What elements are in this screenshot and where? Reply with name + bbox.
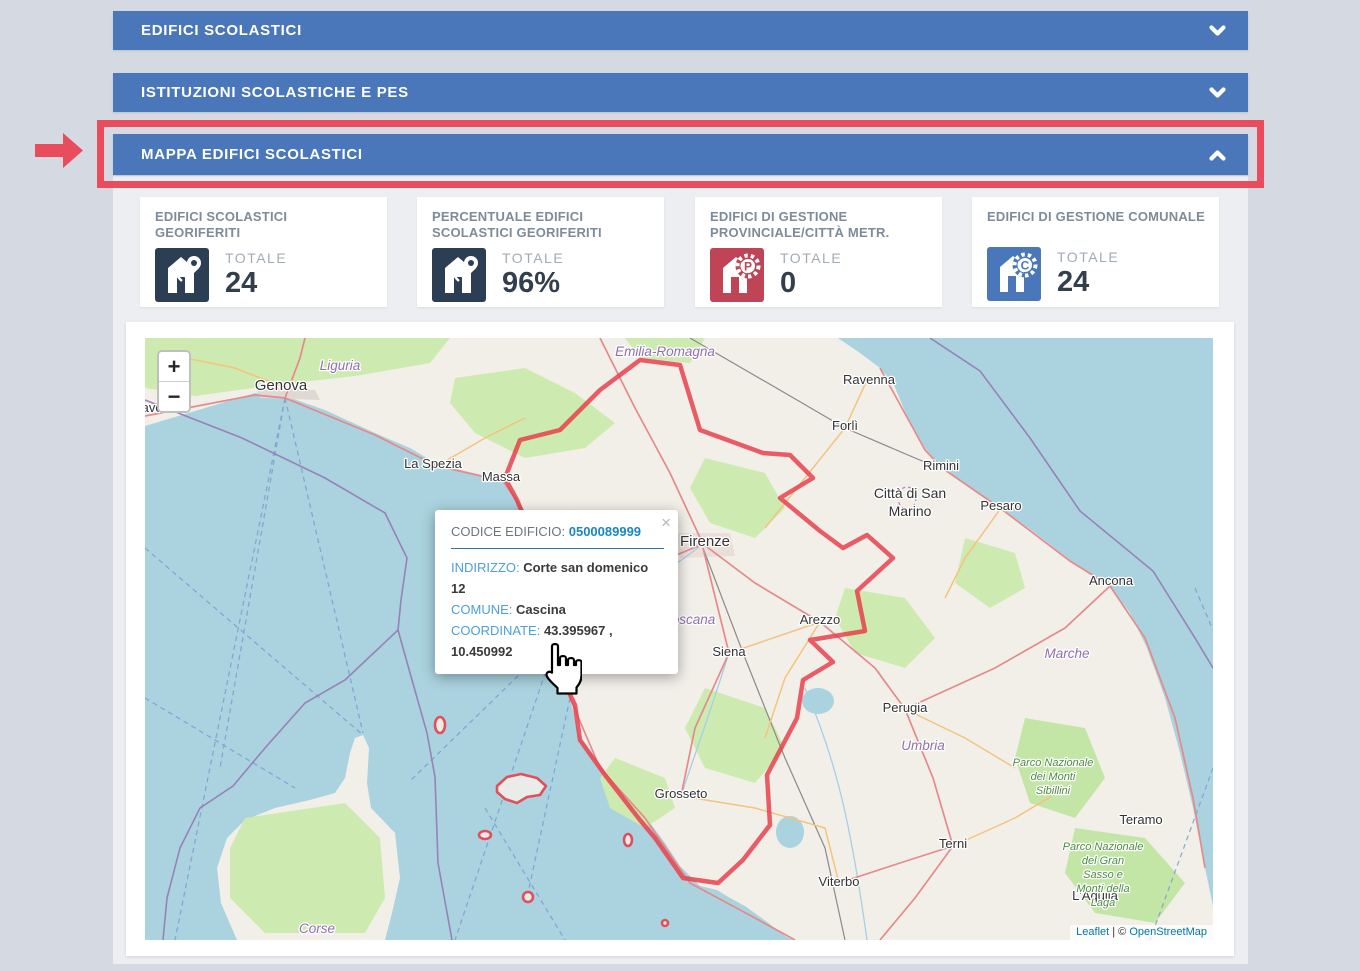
popup-row-label: INDIRIZZO: — [451, 560, 523, 575]
stat-card-gestione-provinciale: EDIFICI DI GESTIONE PROVINCIALE/CITTÀ ME… — [695, 197, 942, 307]
stat-value: 96% — [502, 267, 564, 300]
stat-title: EDIFICI SCOLASTICI GEORIFERITI — [155, 209, 373, 242]
stat-total-label: TOTALE — [1057, 249, 1119, 265]
map-label: Arezzo — [800, 612, 840, 627]
stat-card-gestione-comunale: EDIFICI DI GESTIONE COMUNALE C TOTALE 24 — [972, 197, 1219, 307]
popup-row-comune: COMUNE: Cascina — [451, 599, 664, 620]
openstreetmap-link[interactable]: OpenStreetMap — [1129, 926, 1207, 938]
accordion-label: ISTITUZIONI SCOLASTICHE E PES — [141, 84, 409, 101]
close-icon[interactable]: × — [661, 514, 671, 531]
stat-value: 24 — [225, 267, 287, 300]
stat-title: PERCENTUALE EDIFICI SCOLASTICI GEORIFERI… — [432, 209, 650, 242]
attribution-separator: | © — [1109, 926, 1129, 938]
map-label: Sasso e — [1083, 869, 1123, 881]
map-label: del Gran — [1082, 855, 1124, 867]
map-label: Firenze — [680, 533, 730, 550]
map-label: Grosseto — [655, 786, 708, 801]
map-label: Parco Nazionale — [1063, 841, 1144, 853]
map-zoom-control: + − — [157, 350, 191, 413]
map-label: Teramo — [1119, 812, 1162, 827]
popup-row-coordinate: COORDINATE: 43.395967 , 10.450992 — [451, 620, 664, 662]
map-label: Sibillini — [1036, 785, 1071, 797]
map-label: Siena — [712, 644, 746, 659]
map-label: Massa — [482, 469, 521, 484]
map-card: GenovaSavonaLiguriaEmilia-RomagnaLa Spez… — [126, 322, 1234, 956]
accordion-label: EDIFICI SCOLASTICI — [141, 22, 302, 39]
map-popup: × CODICE EDIFICIO: 0500089999 INDIRIZZO:… — [435, 510, 678, 674]
map-label: Viterbo — [819, 874, 860, 889]
map-label: Città di San — [874, 485, 946, 501]
svg-text:C: C — [1021, 259, 1030, 273]
map-label: Parco Nazionale — [1013, 757, 1094, 769]
map-label: Marino — [889, 503, 932, 519]
leaflet-map[interactable]: GenovaSavonaLiguriaEmilia-RomagnaLa Spez… — [145, 338, 1213, 940]
map-label: Monti della — [1076, 883, 1129, 895]
annotation-arrow-icon — [35, 133, 83, 173]
chevron-down-icon — [1209, 25, 1226, 37]
zoom-in-button[interactable]: + — [159, 352, 189, 382]
zoom-out-button[interactable]: − — [159, 382, 189, 411]
popup-row-label: COORDINATE: — [451, 623, 544, 638]
stat-total-label: TOTALE — [502, 250, 564, 266]
map-label: Forlì — [832, 418, 858, 433]
svg-text:P: P — [744, 259, 752, 273]
map-label: Liguria — [320, 358, 361, 373]
stat-title: EDIFICI DI GESTIONE PROVINCIALE/CITTÀ ME… — [710, 209, 928, 242]
stat-total-label: TOTALE — [780, 250, 842, 266]
map-label: Genova — [255, 377, 308, 394]
stat-value: 24 — [1057, 266, 1119, 299]
building-gear-p-icon: P — [710, 248, 764, 302]
map-label: Pesaro — [980, 498, 1021, 513]
popup-divider — [451, 548, 664, 549]
basemap-tiles: GenovaSavonaLiguriaEmilia-RomagnaLa Spez… — [145, 338, 1213, 940]
popup-row-value: Cascina — [516, 602, 566, 617]
chevron-down-icon — [1209, 87, 1226, 99]
map-label: Perugia — [883, 700, 929, 715]
popup-tail — [547, 672, 567, 692]
map-label: La Spezia — [404, 456, 463, 471]
map-label: Terni — [939, 836, 967, 851]
map-attribution: Leaflet | © OpenStreetMap — [1070, 925, 1213, 940]
map-label: Umbria — [901, 738, 945, 753]
accordion-istituzioni-scolastiche[interactable]: ISTITUZIONI SCOLASTICHE E PES — [113, 73, 1248, 112]
chevron-up-icon — [1209, 149, 1226, 161]
map-label: Ravenna — [843, 372, 896, 387]
accordion-mappa-edifici-scolastici[interactable]: MAPPA EDIFICI SCOLASTICI — [113, 134, 1248, 175]
map-label: Marche — [1044, 646, 1089, 661]
map-label: Laga — [1091, 897, 1115, 909]
stat-card-georiferiti: EDIFICI SCOLASTICI GEORIFERITI TOTALE 24 — [140, 197, 387, 307]
popup-code-row: CODICE EDIFICIO: 0500089999 — [451, 524, 664, 539]
building-geo-icon — [155, 248, 209, 302]
accordion-label: MAPPA EDIFICI SCOLASTICI — [141, 146, 363, 163]
building-gear-c-icon: C — [987, 247, 1041, 301]
popup-row-label: COMUNE: — [451, 602, 516, 617]
dashboard-page: EDIFICI SCOLASTICI ISTITUZIONI SCOLASTIC… — [0, 0, 1360, 971]
accordion-edifici-scolastici[interactable]: EDIFICI SCOLASTICI — [113, 11, 1248, 50]
stat-card-percentuale-georiferiti: PERCENTUALE EDIFICI SCOLASTICI GEORIFERI… — [417, 197, 664, 307]
leaflet-link[interactable]: Leaflet — [1076, 926, 1109, 938]
stat-total-label: TOTALE — [225, 250, 287, 266]
stat-value: 0 — [780, 267, 842, 300]
popup-code-link[interactable]: 0500089999 — [569, 524, 641, 539]
stat-title: EDIFICI DI GESTIONE COMUNALE — [987, 209, 1205, 241]
popup-code-label: CODICE EDIFICIO: — [451, 524, 569, 539]
building-geo-icon — [432, 248, 486, 302]
map-label: Rimini — [923, 458, 959, 473]
map-label: Emilia-Romagna — [615, 344, 715, 359]
popup-row-indirizzo: INDIRIZZO: Corte san domenico 12 — [451, 557, 664, 599]
map-label: Ancona — [1089, 573, 1134, 588]
map-label: Corse — [299, 921, 335, 936]
map-label: dei Monti — [1031, 771, 1076, 783]
